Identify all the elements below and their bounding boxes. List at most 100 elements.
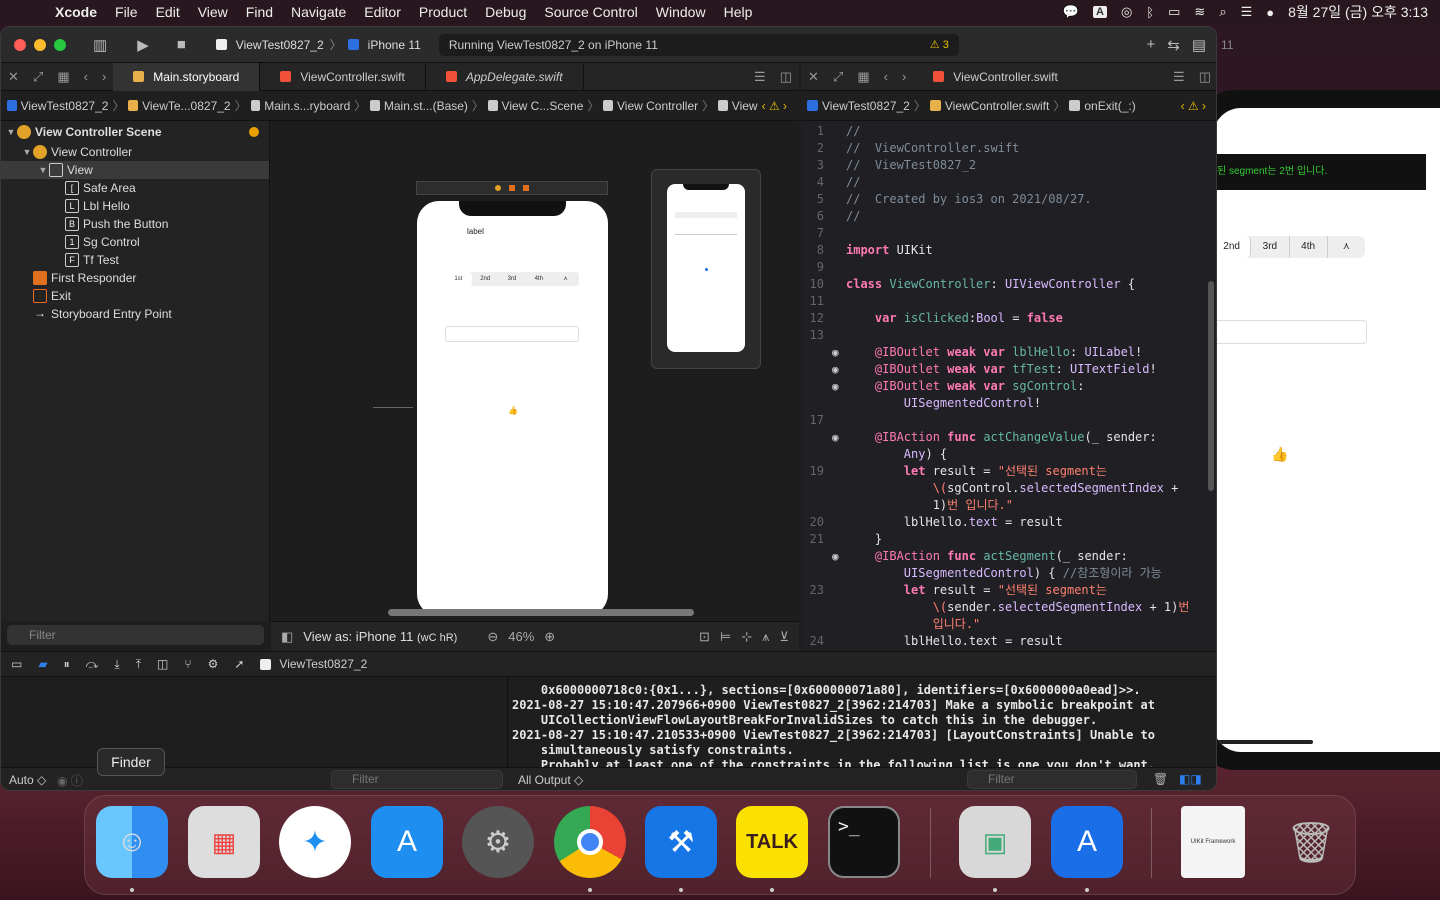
tab-appdelegate-swift[interactable]: AppDelegate.swift [426, 62, 584, 91]
storyboard-canvas[interactable]: label 1st 2nd 3rd 4th ⋏ 👍 [271, 121, 799, 621]
menu-file[interactable]: File [106, 4, 147, 20]
code-line[interactable]: 9 [802, 259, 1216, 276]
code-line[interactable]: 13 [802, 327, 1216, 344]
jump-item[interactable]: ViewTest0827_2 [21, 99, 109, 113]
tab-viewcontroller-swift[interactable]: ViewController.swift [260, 62, 426, 91]
expand-icon[interactable]: ⤢ [26, 69, 50, 85]
menu-navigate[interactable]: Navigate [282, 4, 355, 20]
thumbs-up-icon[interactable]: 👍 [1271, 446, 1288, 463]
outlet-connection-icon[interactable] [832, 310, 846, 327]
align-icon[interactable]: ⊨ [720, 629, 731, 645]
step-over-icon[interactable]: ⤼ [86, 657, 99, 672]
outlet-connection-icon[interactable] [832, 599, 846, 616]
line-number[interactable]: 3 [802, 157, 832, 174]
code-line[interactable]: 6 // [802, 208, 1216, 225]
outline-item[interactable]: Exit [1, 287, 269, 305]
code-line[interactable]: Any) { [802, 446, 1216, 463]
bluetooth-icon[interactable]: ᛒ [1146, 5, 1154, 20]
code-line[interactable]: ◉ @IBAction func actSegment(_ sender: [802, 548, 1216, 565]
kakaotalk-icon[interactable]: TALK [736, 806, 808, 878]
jump-item[interactable]: View Controller [617, 99, 698, 113]
step-into-icon[interactable]: ⤓ [114, 657, 119, 672]
outlet-connection-icon[interactable] [832, 123, 846, 140]
line-number[interactable] [802, 344, 832, 361]
layout-toggle-icon[interactable]: ◧◨ [1179, 772, 1202, 786]
code-line[interactable]: \(sender.selectedSegmentIndex + 1)번 [802, 599, 1216, 616]
chrome-icon[interactable] [554, 806, 626, 878]
line-number[interactable] [802, 361, 832, 378]
zoom-level[interactable]: 46% [508, 629, 534, 644]
outlet-connection-icon[interactable] [832, 395, 846, 412]
hide-debug-icon[interactable]: ▭ [11, 657, 22, 671]
line-number[interactable]: 10 [802, 276, 832, 293]
outline-item[interactable]: First Responder [1, 269, 269, 287]
view-debugger-icon[interactable]: ◫ [157, 657, 168, 671]
view-as-label[interactable]: View as: iPhone 11 (wC hR) [303, 629, 457, 644]
storyboard-iphone[interactable]: label 1st 2nd 3rd 4th ⋏ 👍 [417, 201, 608, 616]
line-number[interactable]: 4 [802, 174, 832, 191]
editor-options-icon[interactable]: ☰ [1166, 69, 1192, 85]
line-number[interactable] [802, 599, 832, 616]
line-number[interactable]: 19 [802, 463, 832, 480]
outlet-connection-icon[interactable] [832, 293, 846, 310]
debug-target[interactable]: ViewTest0827_2 [260, 657, 367, 671]
code-line[interactable]: 11 [802, 293, 1216, 310]
close-icon[interactable]: ✕ [801, 69, 826, 85]
code-line[interactable]: 17 [802, 412, 1216, 429]
variables-filter[interactable]: Filter [331, 770, 503, 789]
outline-item[interactable]: ▼ View [1, 161, 269, 179]
code-line[interactable]: ◉ @IBAction func actChangeValue(_ sender… [802, 429, 1216, 446]
memory-graph-icon[interactable]: ⑂ [184, 657, 191, 671]
jump-item[interactable]: Main.st...(Base) [384, 99, 468, 113]
safari-icon[interactable]: ✦ [279, 806, 351, 878]
code-line[interactable]: UISegmentedControl! [802, 395, 1216, 412]
line-number[interactable] [802, 548, 832, 565]
sidebar-toggle-icon[interactable]: ◧ [281, 629, 293, 645]
launchpad-icon[interactable]: ▦ [188, 806, 260, 878]
outlet-connection-icon[interactable] [832, 497, 846, 514]
outlet-connection-icon[interactable] [832, 531, 846, 548]
sim-segment[interactable]: ⋏ [1328, 236, 1365, 258]
thumbs-up-icon[interactable]: 👍 [508, 406, 518, 415]
sim-text-field[interactable] [1213, 320, 1367, 344]
battery-icon[interactable]: ▭ [1168, 4, 1180, 20]
outlet-connection-icon[interactable]: ◉ [832, 548, 846, 565]
line-number[interactable]: 17 [802, 412, 832, 429]
code-line[interactable]: 입니다." [802, 616, 1216, 633]
disclosure-icon[interactable]: ▼ [37, 165, 49, 175]
simulate-location-icon[interactable]: ➚ [234, 657, 244, 671]
zoom-in-icon[interactable]: ⊕ [544, 629, 555, 645]
menu-clock[interactable]: 8월 27일 (금) 오후 3:13 [1288, 2, 1428, 22]
outline-item[interactable]: → Storyboard Entry Point [1, 305, 269, 323]
outline-item[interactable]: ▼ View Controller [1, 143, 269, 161]
menu-window[interactable]: Window [647, 4, 715, 20]
code-line[interactable]: 24 lblHello.text = result [802, 633, 1216, 650]
code-line[interactable]: ◉ @IBOutlet weak var lblHello: UILabel! [802, 344, 1216, 361]
sim-segment[interactable]: 4th [1290, 236, 1328, 258]
outline-filter[interactable]: Filter [7, 625, 264, 645]
stop-icon[interactable]: ■ [177, 36, 186, 53]
outline-item[interactable]: [Safe Area [1, 179, 269, 197]
outline-item[interactable]: 1 Sg Control [1, 233, 269, 251]
output-selector[interactable]: All Output ◇ [518, 773, 583, 787]
control-center-icon[interactable]: ☰ [1241, 4, 1253, 20]
canvas-segment[interactable]: 3rd [499, 272, 526, 286]
trash-icon[interactable]: 🗑 [1153, 772, 1168, 786]
code-line[interactable]: 4 // [802, 174, 1216, 191]
outlet-connection-icon[interactable] [832, 616, 846, 633]
console[interactable]: 0x6000000718c0:{0x1...}, sections=[0x600… [509, 677, 1216, 767]
line-number[interactable] [802, 378, 832, 395]
close-icon[interactable]: ✕ [1, 69, 26, 85]
breakpoints-toggle-icon[interactable]: ▰ [38, 657, 47, 671]
code-line[interactable]: 23 let result = "선택된 segment는 [802, 582, 1216, 599]
downloads-stack-icon[interactable]: UIKit Framework [1181, 806, 1245, 878]
menu-app[interactable]: Xcode [46, 4, 106, 20]
line-number[interactable]: 1 [802, 123, 832, 140]
activity-status[interactable]: Running ViewTest0827_2 on iPhone 11 ⚠ 3 [438, 33, 959, 56]
exit-dock-icon[interactable] [523, 185, 529, 191]
menu-view[interactable]: View [189, 4, 237, 20]
finder-icon[interactable]: ☺ [96, 806, 168, 878]
jump-item[interactable]: ViewTest0827_2 [822, 99, 910, 113]
outlet-connection-icon[interactable] [832, 582, 846, 599]
sim-segment[interactable]: 3rd [1251, 236, 1290, 258]
